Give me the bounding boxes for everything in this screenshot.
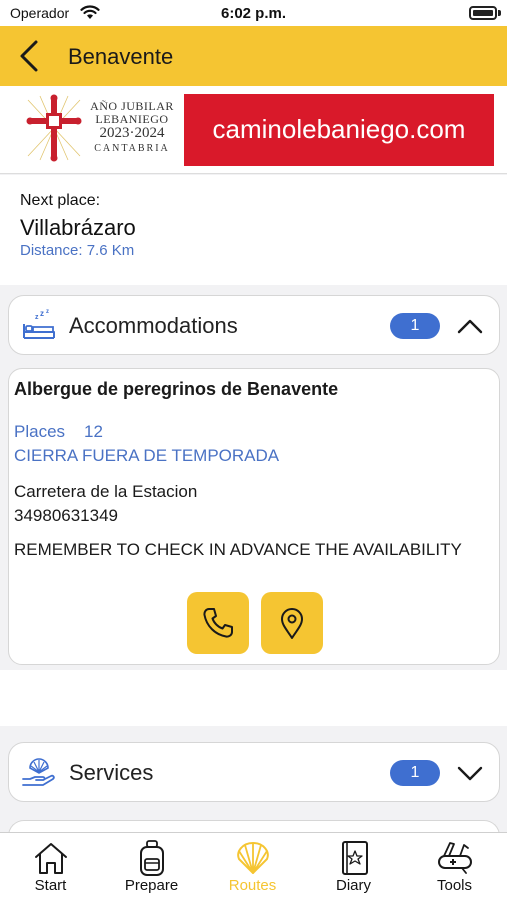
places-value: 12 (84, 422, 103, 441)
status-bar: Operador 6:02 p.m. (0, 0, 507, 26)
notebook-icon (342, 841, 368, 875)
tab-routes[interactable]: Routes (202, 833, 303, 900)
back-button[interactable] (14, 36, 50, 76)
svg-text:z: z (40, 309, 44, 318)
tab-tools[interactable]: Tools (404, 833, 505, 900)
logo-years: 2023·2024 (99, 125, 165, 142)
accommodation-phone: 34980631349 (14, 506, 119, 525)
svg-text:z: z (46, 309, 49, 315)
backpack-icon (140, 840, 164, 876)
jubilee-banner: AÑO JUBILAR LEBANIEGO 2023·2024 CANTABRI… (0, 86, 507, 174)
logo-line2: LEBANIEGO (95, 111, 169, 126)
page-title: Benavente (68, 44, 174, 69)
battery-tip (498, 10, 501, 16)
next-place-panel: Next place: Villabrázaro Distance: 7.6 K… (0, 175, 507, 285)
bed-icon: z z z (23, 309, 55, 339)
logo-region: CANTABRIA (94, 142, 170, 154)
accommodations-title: Accommodations (69, 313, 238, 338)
accommodations-count-badge: 1 (390, 313, 440, 339)
jubilee-cross-logo (26, 94, 82, 162)
accommodations-section-header[interactable]: z z z Accommodations 1 (8, 295, 500, 355)
website-banner-text: caminolebaniego.com (212, 114, 466, 144)
bottom-tab-bar: Start Prepare Routes Diary Tools (0, 832, 507, 900)
tab-routes-label: Routes (228, 877, 277, 894)
tab-diary-label: Diary (335, 877, 371, 894)
services-title: Services (69, 760, 154, 785)
call-button[interactable] (187, 592, 249, 654)
tab-prepare[interactable]: Prepare (101, 833, 202, 900)
tab-start[interactable]: Start (0, 833, 101, 900)
scallop-shell-icon (237, 842, 269, 874)
accommodation-card: Albergue de peregrinos de Benavente Plac… (8, 368, 500, 665)
map-pin-icon (281, 608, 303, 639)
website-banner-link[interactable]: caminolebaniego.com (184, 94, 494, 166)
jubilee-logo-text: AÑO JUBILAR LEBANIEGO 2023·2024 CANTABRI… (86, 100, 178, 154)
tab-start-label: Start (34, 877, 67, 894)
places-label: Places (14, 422, 66, 441)
section-spacer (0, 670, 507, 726)
services-section-header[interactable]: Services 1 (8, 742, 500, 802)
availability-note: REMEMBER TO CHECK IN ADVANCE THE AVAILAB… (14, 540, 462, 559)
house-icon (35, 843, 67, 874)
next-place-distance: Distance: 7.6 Km (20, 242, 135, 259)
nav-bar: Benavente (0, 26, 507, 86)
swiss-knife-icon (438, 842, 472, 874)
tab-tools-label: Tools (436, 877, 473, 894)
phone-icon (203, 608, 233, 638)
accommodation-name: Albergue de peregrinos de Benavente (14, 379, 339, 399)
chevron-left-icon (20, 40, 38, 72)
season-status: CIERRA FUERA DE TEMPORADA (14, 446, 280, 465)
clock: 6:02 p.m. (220, 5, 287, 22)
chevron-up-icon (457, 319, 483, 334)
services-count-badge: 1 (390, 760, 440, 786)
chevron-down-icon (457, 766, 483, 781)
hand-shell-icon (22, 758, 55, 786)
battery-icon (469, 6, 497, 20)
next-place-name: Villabrázaro (20, 215, 136, 240)
tab-diary[interactable]: Diary (303, 833, 404, 900)
svg-text:z: z (35, 314, 39, 321)
map-location-button[interactable] (261, 592, 323, 654)
accommodation-address: Carretera de la Estacion (14, 482, 198, 501)
logo-line1: AÑO JUBILAR (90, 99, 174, 113)
tab-prepare-label: Prepare (124, 877, 179, 894)
next-place-label: Next place: (20, 192, 101, 209)
